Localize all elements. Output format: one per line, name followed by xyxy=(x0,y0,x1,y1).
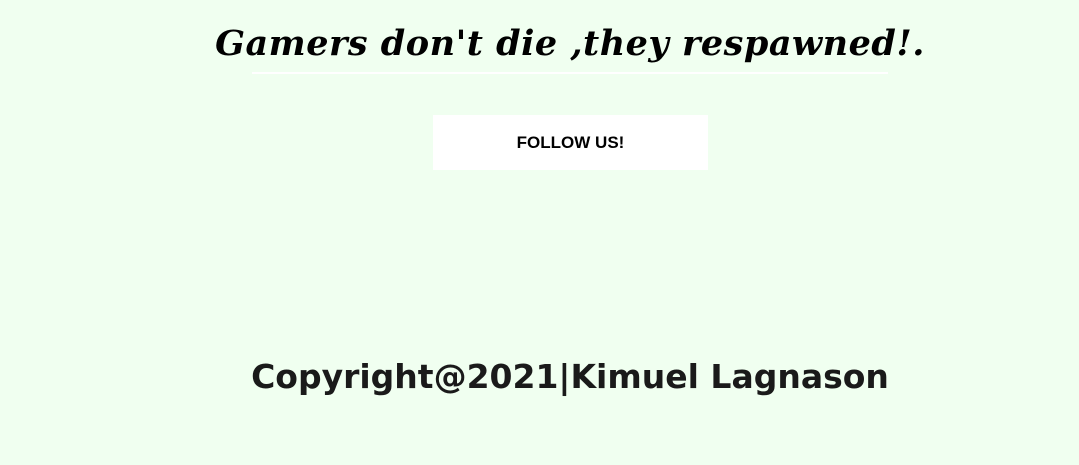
copyright-footer: Copyright@2021|Kimuel Lagnason xyxy=(251,357,889,396)
follow-us-button[interactable]: FOLLOW US! xyxy=(433,115,708,170)
tagline-heading: Gamers don't die ,they respawned!. xyxy=(215,23,925,64)
tagline-divider xyxy=(252,72,888,74)
